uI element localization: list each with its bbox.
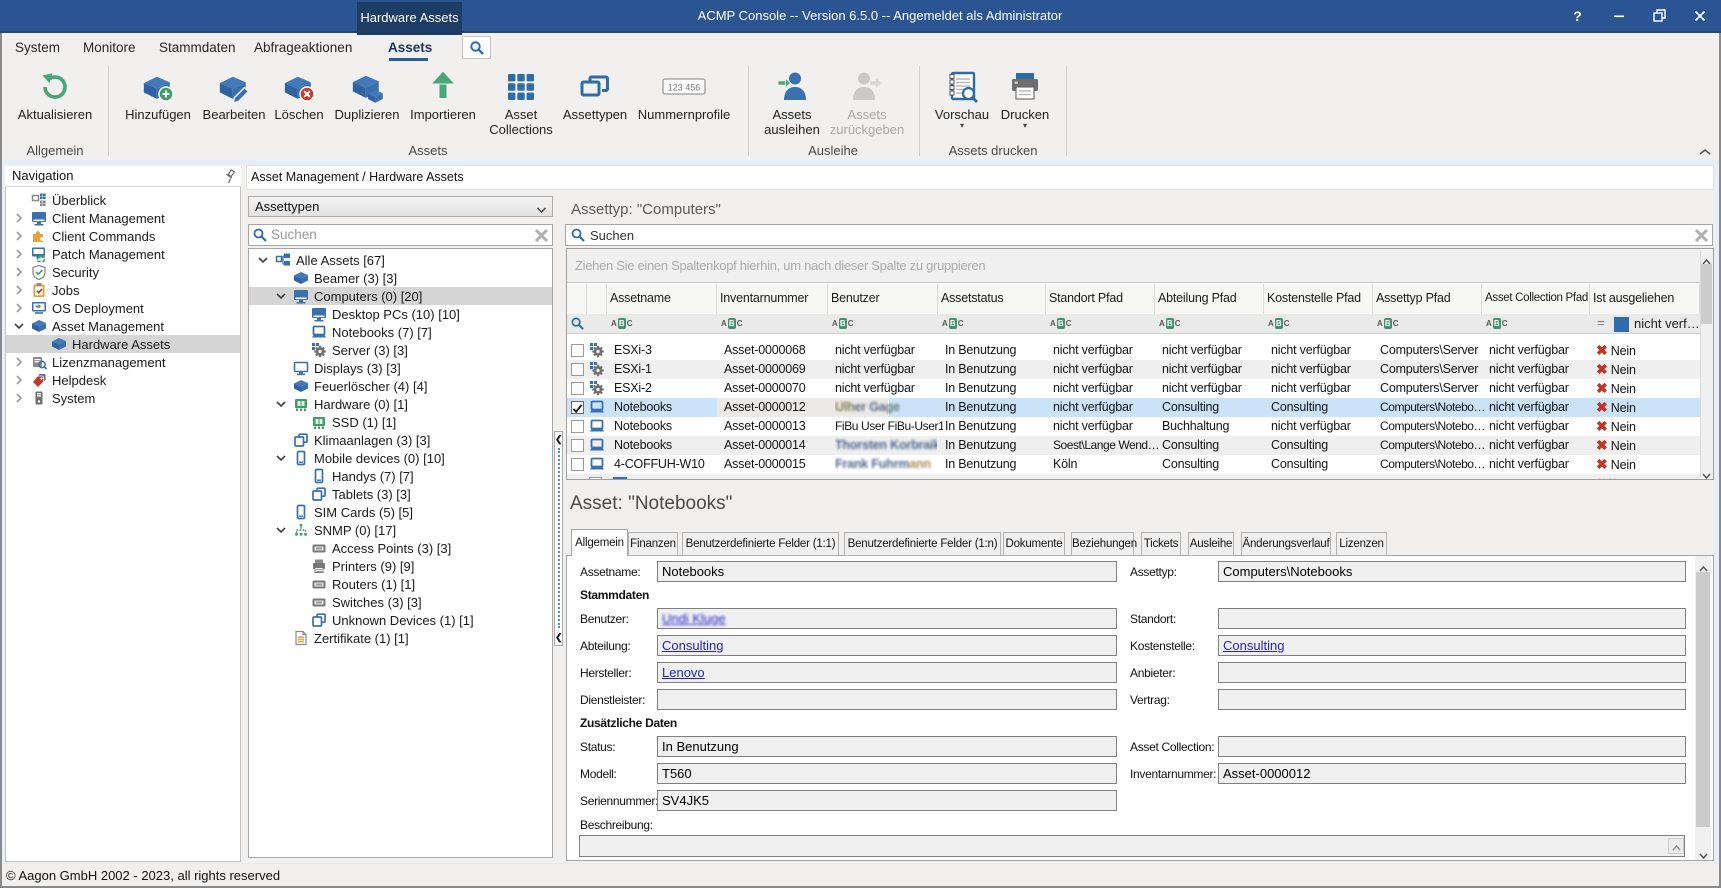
svg-text:123 456: 123 456 [668, 83, 701, 93]
